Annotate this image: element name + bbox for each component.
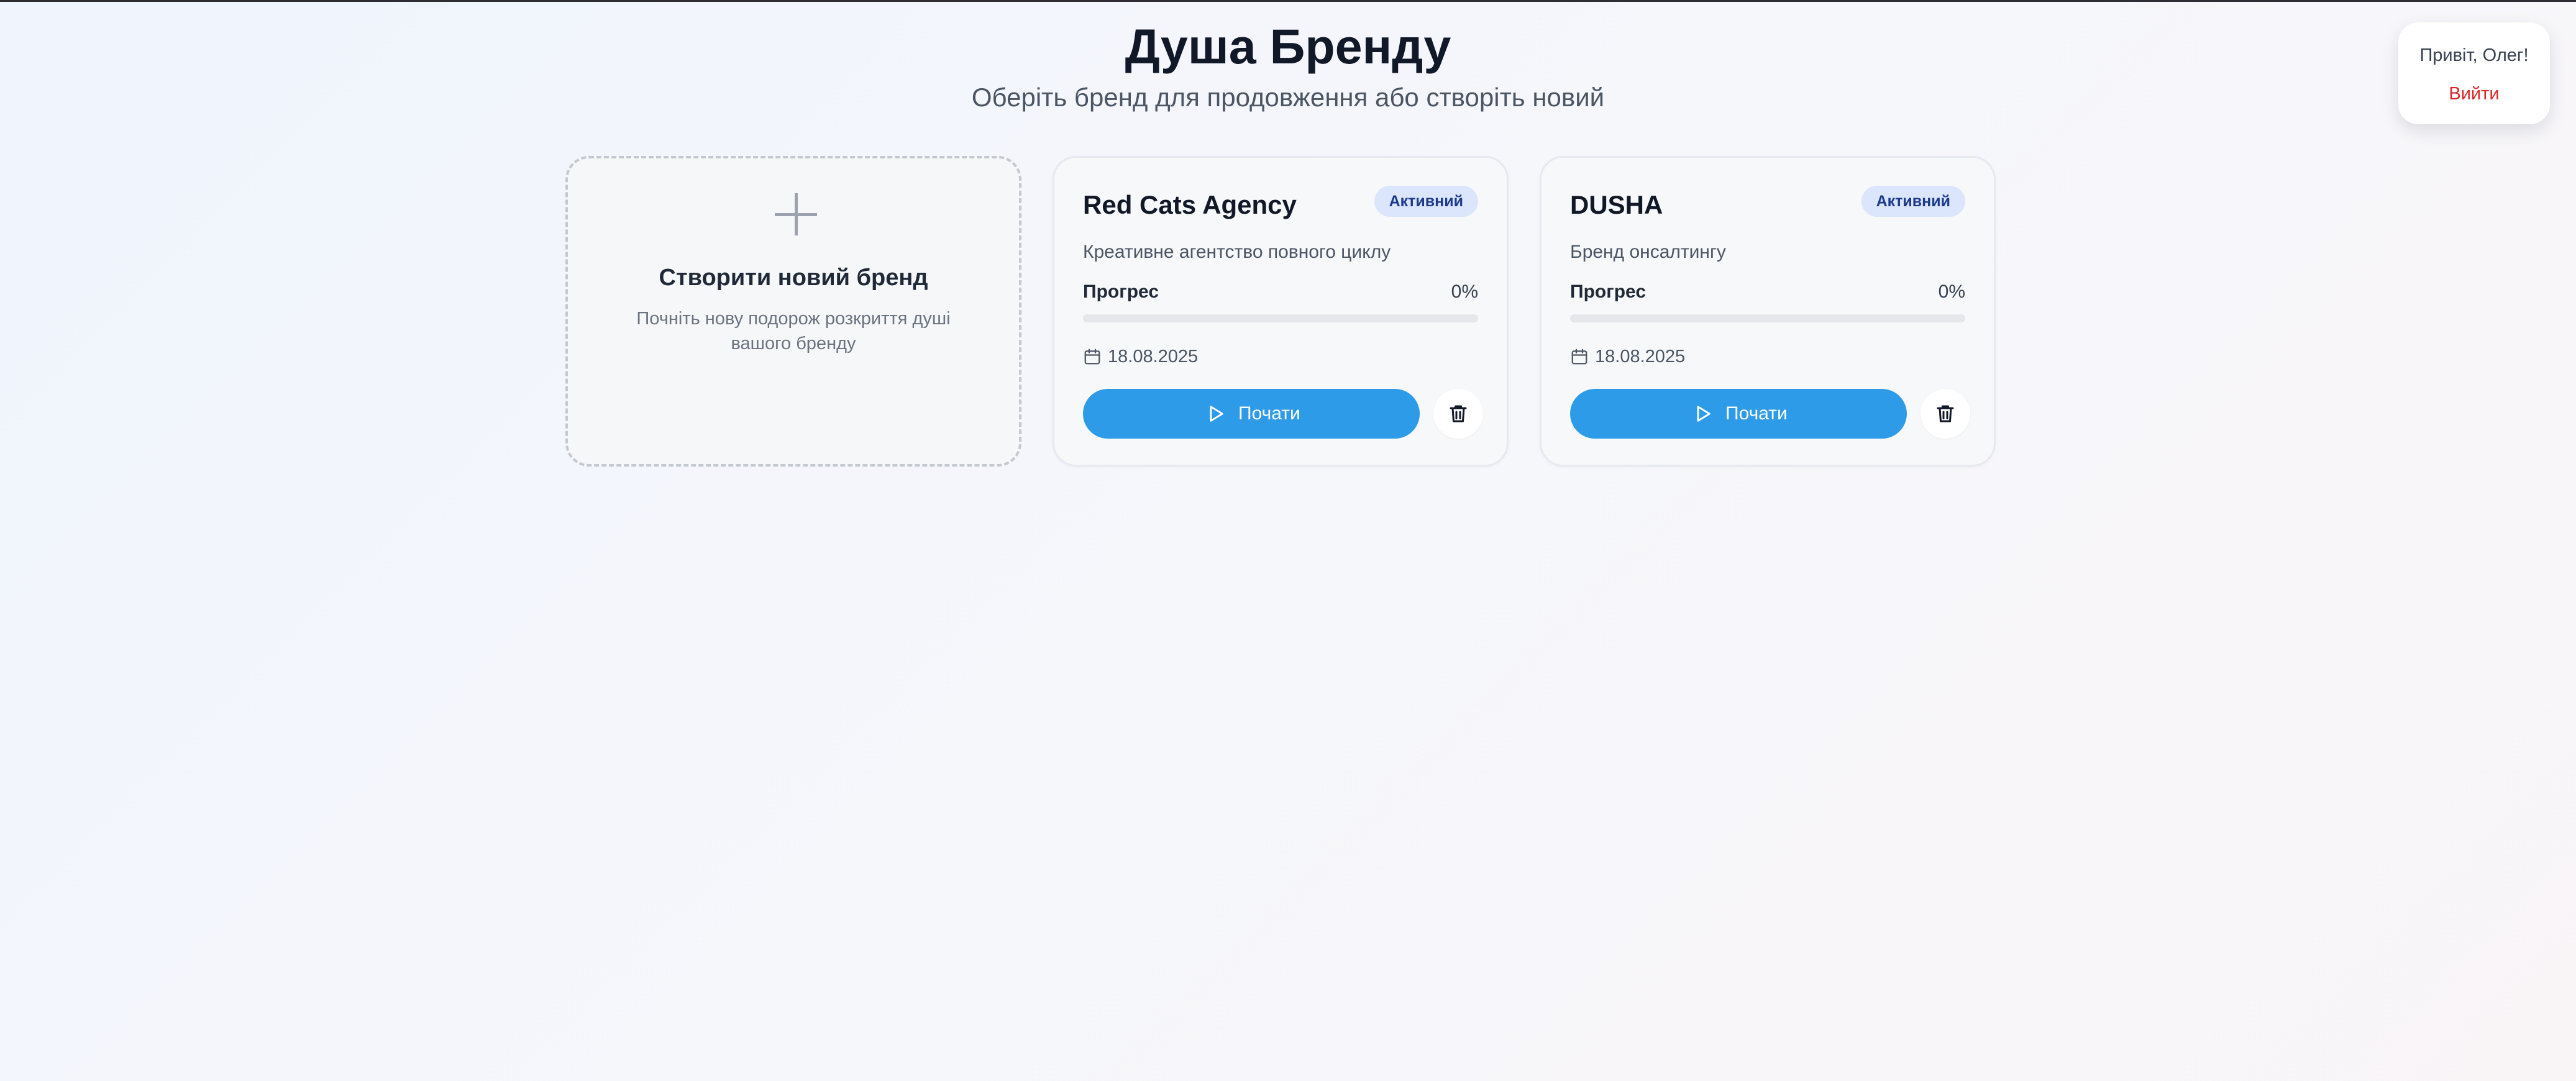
page-title: Душа Бренду bbox=[1125, 19, 1451, 74]
page-header: Душа Бренду Оберіть бренд для продовженн… bbox=[0, 16, 2576, 116]
brand-description: Креативне агентство повного циклу bbox=[1083, 242, 1391, 262]
user-menu: Привіт, Олег! Вийти bbox=[2398, 22, 2550, 124]
create-brand-description: Почніть нову подорож розкриття душі вашо… bbox=[636, 309, 951, 353]
calendar-icon bbox=[1084, 349, 1100, 365]
progress-value: 0% bbox=[1938, 281, 1965, 302]
user-greeting: Привіт, Олег! bbox=[2419, 45, 2529, 65]
play-icon bbox=[1697, 406, 1710, 422]
created-date: 18.08.2025 bbox=[1595, 347, 1686, 367]
play-icon bbox=[1210, 406, 1223, 422]
delete-button[interactable] bbox=[1921, 389, 1970, 439]
status-badge: Активний bbox=[1374, 186, 1478, 217]
brand-card-dusha: DUSHA Активний Бренд онсалтингу Прогрес … bbox=[1540, 156, 1996, 467]
start-button[interactable]: Почати bbox=[1570, 389, 1907, 439]
create-brand-card[interactable]: Створити новий бренд Почніть нову подоро… bbox=[565, 156, 1021, 467]
window-top-border bbox=[0, 0, 2576, 2]
status-badge: Активний bbox=[1861, 186, 1965, 217]
progress-label: Прогрес bbox=[1083, 281, 1159, 302]
progress-value: 0% bbox=[1451, 281, 1478, 302]
start-button[interactable]: Почати bbox=[1083, 389, 1420, 439]
brand-description: Бренд онсалтингу bbox=[1570, 242, 1726, 262]
page-subtitle: Оберіть бренд для продовження або створі… bbox=[971, 83, 1605, 112]
brand-name: DUSHA bbox=[1570, 190, 1663, 219]
brand-name: Red Cats Agency bbox=[1083, 190, 1297, 219]
calendar-icon bbox=[1571, 349, 1587, 365]
start-button-label: Почати bbox=[1238, 403, 1300, 424]
progress-bar bbox=[1570, 314, 1965, 322]
start-button-label: Почати bbox=[1725, 403, 1788, 424]
logout-button[interactable]: Вийти bbox=[2398, 82, 2550, 106]
trash-icon bbox=[1450, 405, 1467, 422]
created-date: 18.08.2025 bbox=[1108, 347, 1199, 367]
plus-icon bbox=[775, 193, 817, 235]
brand-card-red-cats-agency: Red Cats Agency Активний Креативне агент… bbox=[1053, 156, 1509, 467]
create-brand-title: Створити новий бренд bbox=[659, 265, 928, 291]
trash-icon bbox=[1937, 405, 1954, 422]
delete-button[interactable] bbox=[1433, 389, 1483, 439]
progress-label: Прогрес bbox=[1570, 281, 1647, 302]
progress-bar bbox=[1083, 314, 1478, 322]
